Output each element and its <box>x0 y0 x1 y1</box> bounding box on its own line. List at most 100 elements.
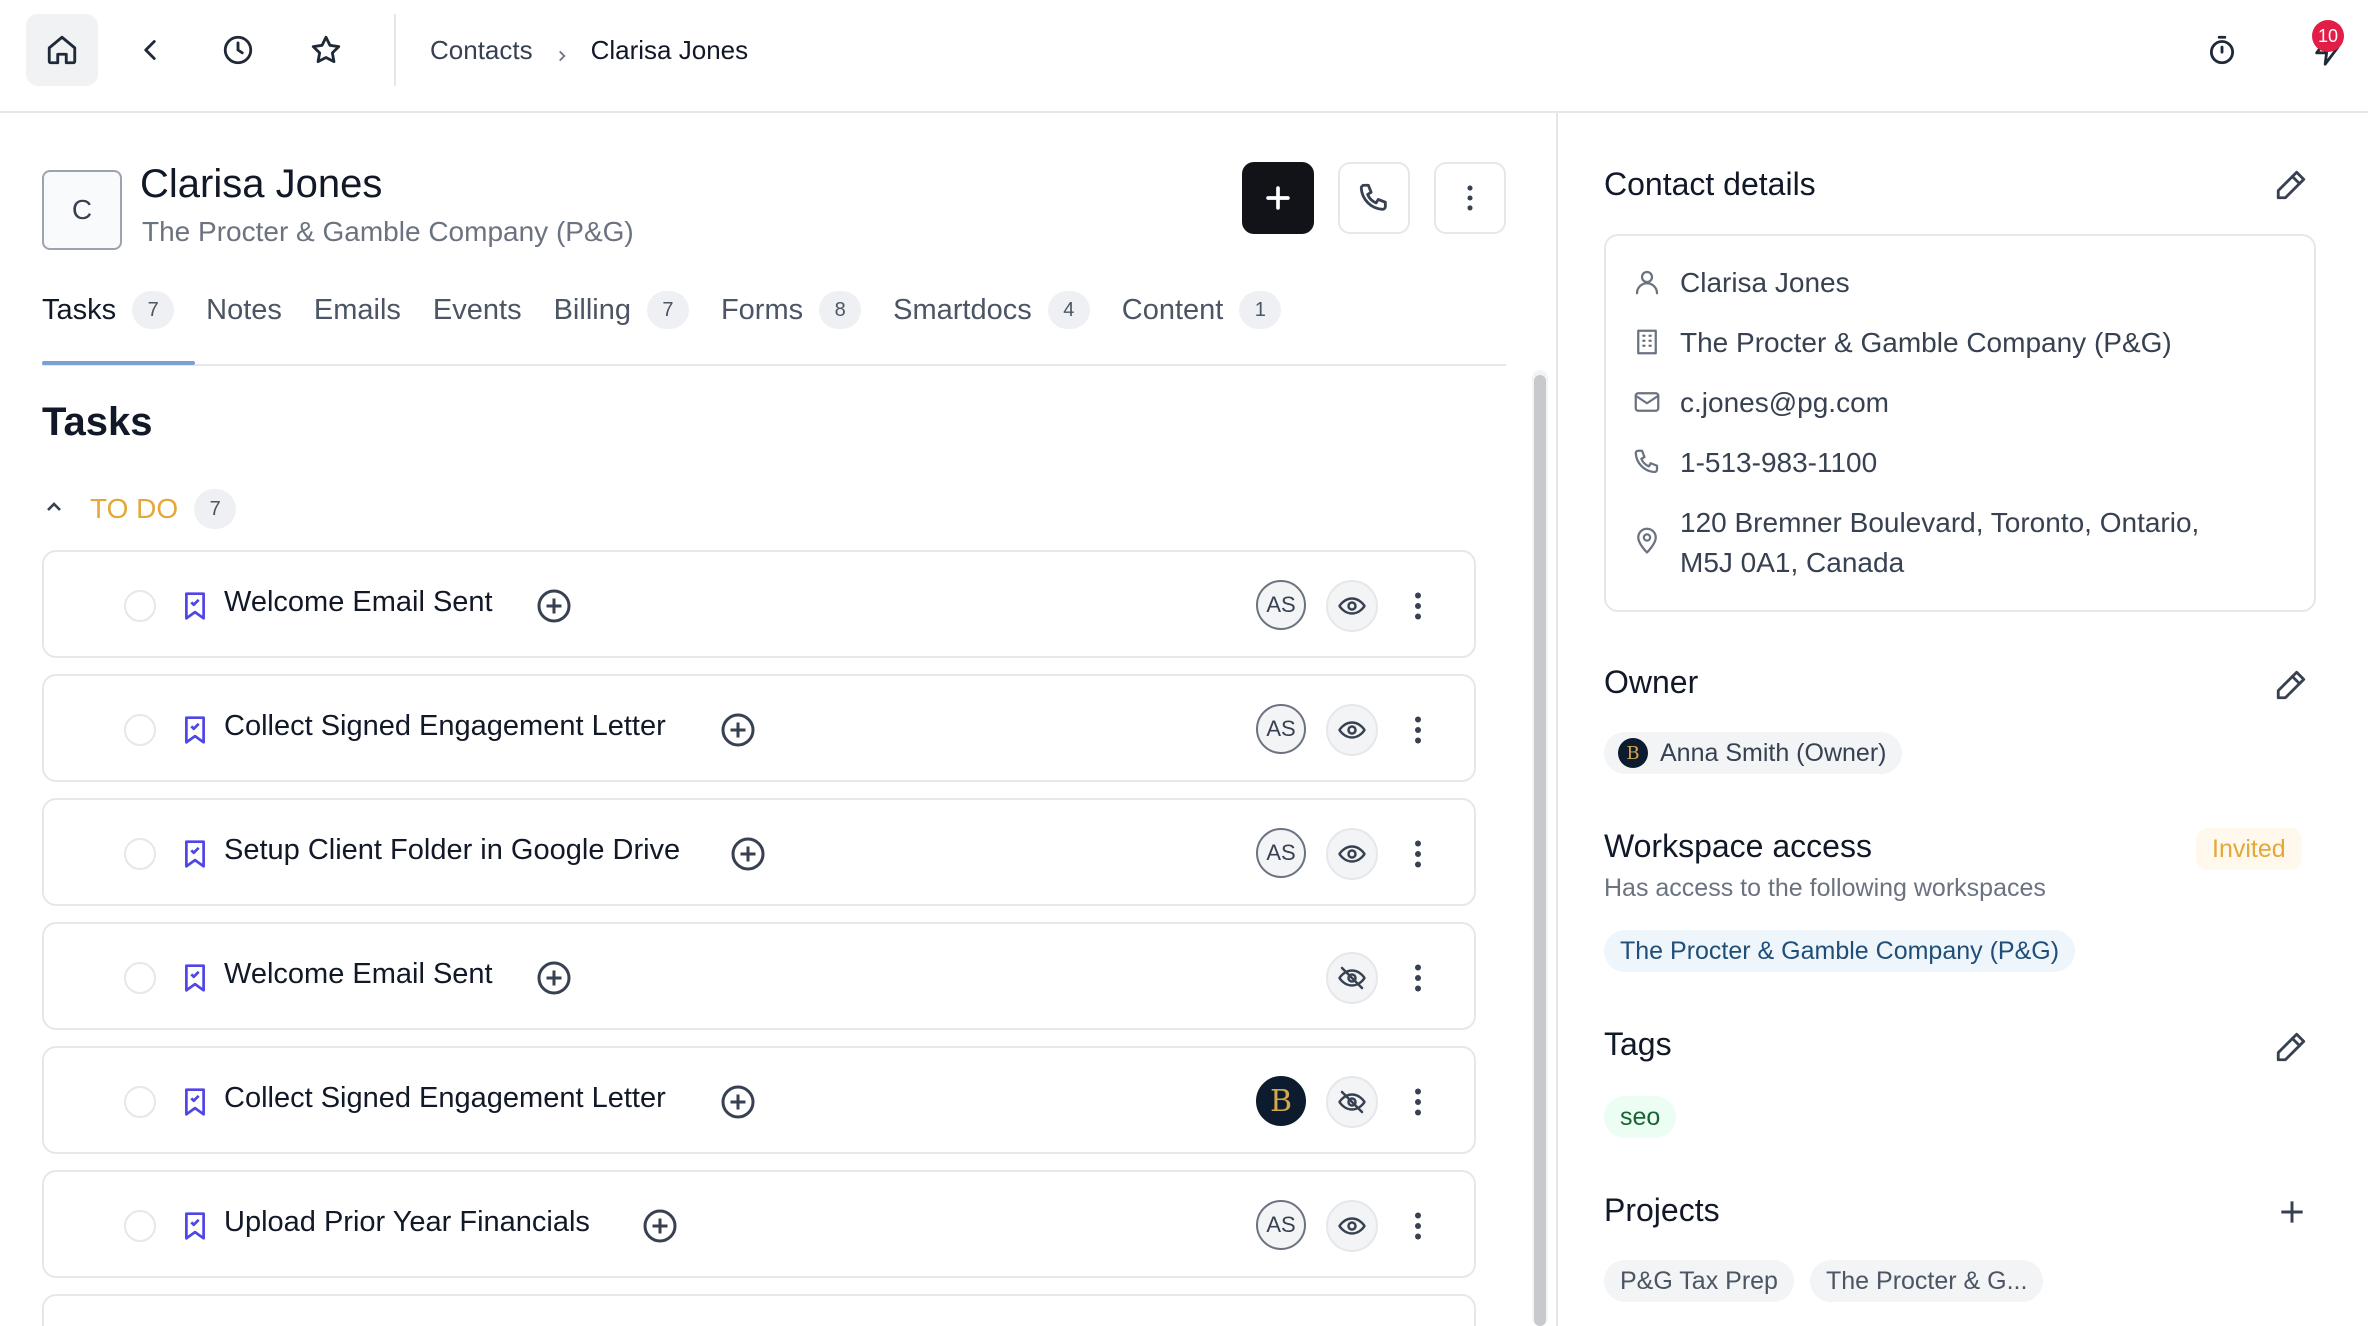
task-title[interactable]: Welcome Email Sent <box>224 586 493 619</box>
task-more-button[interactable] <box>1410 1084 1426 1120</box>
task-title[interactable]: Collect Signed Engagement Letter <box>224 1082 666 1115</box>
detail-name-text: Clarisa Jones <box>1680 267 1850 298</box>
task-row[interactable]: Welcome Email Sent <box>42 922 1476 1030</box>
plus-circle-icon <box>731 837 765 871</box>
chevron-right-icon <box>553 41 571 62</box>
add-subtask-button[interactable] <box>720 1084 756 1120</box>
eye-icon <box>1338 1217 1366 1235</box>
visibility-toggle[interactable] <box>1326 580 1378 632</box>
stopwatch-icon <box>2209 35 2235 65</box>
task-more-button[interactable] <box>1410 836 1426 872</box>
workspace-chip[interactable]: The Procter & Gamble Company (P&G) <box>1604 930 2076 972</box>
owner-name: Anna Smith (Owner) <box>1660 738 1887 767</box>
task-row[interactable]: Upload Prior Year Financials AS <box>42 1170 1476 1278</box>
tab-forms[interactable]: Forms 8 <box>720 280 862 340</box>
task-title[interactable]: Welcome Email Sent <box>224 958 493 991</box>
task-row[interactable]: Collect Signed Engagement Letter AS <box>42 674 1476 782</box>
detail-phone[interactable]: 1-513-983-1100 <box>1632 443 1877 483</box>
chevron-up-icon[interactable] <box>42 495 66 524</box>
task-title[interactable]: Collect Signed Engagement Letter <box>224 710 666 743</box>
visibility-toggle[interactable] <box>1326 1076 1378 1128</box>
task-checkbox[interactable] <box>124 838 156 870</box>
owner-title: Owner <box>1604 664 1699 700</box>
task-title[interactable]: Setup Client Folder in Google Drive <box>224 834 680 867</box>
project-chip[interactable]: The Procter & G... <box>1810 1260 2044 1302</box>
task-more-button[interactable] <box>1410 1208 1426 1244</box>
tab-billing[interactable]: Billing 7 <box>554 280 689 340</box>
assignee-avatar[interactable]: AS <box>1256 1200 1306 1250</box>
timer-button[interactable] <box>2186 14 2258 86</box>
detail-email[interactable]: c.jones@pg.com <box>1632 383 1889 423</box>
chevron-left-icon <box>144 40 156 60</box>
detail-phone-text[interactable]: 1-513-983-1100 <box>1680 443 1877 483</box>
tab-smartdocs[interactable]: Smartdocs 4 <box>893 280 1090 340</box>
task-row[interactable]: Setup Client Folder in Google Drive AS <box>42 798 1476 906</box>
tab-tasks[interactable]: Tasks 7 <box>42 280 175 340</box>
task-row[interactable]: Collect Signed Engagement Letter B <box>42 1046 1476 1154</box>
add-subtask-button[interactable] <box>536 960 572 996</box>
history-button[interactable] <box>202 14 274 86</box>
pencil-icon <box>2276 170 2306 200</box>
visibility-toggle[interactable] <box>1326 952 1378 1004</box>
tab-emails[interactable]: Emails <box>314 280 401 340</box>
task-more-button[interactable] <box>1410 960 1426 996</box>
task-row[interactable]: Welcome Email Sent AS <box>42 550 1476 658</box>
assignee-avatar[interactable]: AS <box>1256 828 1306 878</box>
tab-label: Events <box>432 293 522 326</box>
call-button[interactable] <box>1338 162 1410 234</box>
dots-vertical-icon <box>1415 1088 1421 1116</box>
tab-notes[interactable]: Notes <box>206 280 282 340</box>
task-more-button[interactable] <box>1410 712 1426 748</box>
visibility-toggle[interactable] <box>1326 828 1378 880</box>
eye-icon <box>1338 845 1366 863</box>
visibility-toggle[interactable] <box>1326 1200 1378 1252</box>
add-subtask-button[interactable] <box>720 712 756 748</box>
task-more-button[interactable] <box>1410 588 1426 624</box>
add-project-button[interactable] <box>2276 1196 2308 1228</box>
scrollbar-thumb[interactable] <box>1534 375 1546 1326</box>
edit-contact-details-button[interactable] <box>2274 168 2308 202</box>
breadcrumb-current: Clarisa Jones <box>590 34 749 65</box>
tab-label: Forms <box>720 293 804 326</box>
todo-group-header[interactable]: TO DO 7 <box>42 488 237 530</box>
add-subtask-button[interactable] <box>536 588 572 624</box>
bookmark-icon <box>180 1210 210 1242</box>
task-checkbox[interactable] <box>124 590 156 622</box>
edit-tags-button[interactable] <box>2274 1030 2308 1064</box>
tab-content[interactable]: Content 1 <box>1122 280 1282 340</box>
more-options-button[interactable] <box>1434 162 1506 234</box>
add-subtask-button[interactable] <box>730 836 766 872</box>
task-title[interactable]: Upload Prior Year Financials <box>224 1206 590 1239</box>
owner-chip[interactable]: B Anna Smith (Owner) <box>1604 732 1903 774</box>
visibility-toggle[interactable] <box>1326 704 1378 756</box>
assignee-logo-avatar[interactable]: B <box>1256 1076 1306 1126</box>
toolbar-divider <box>394 14 396 86</box>
tasks-section-title: Tasks <box>42 400 153 444</box>
favorite-button[interactable] <box>290 14 362 86</box>
tag-chip[interactable]: seo <box>1604 1096 1677 1138</box>
bookmark-icon <box>180 590 210 622</box>
task-checkbox[interactable] <box>124 714 156 746</box>
detail-email-text[interactable]: c.jones@pg.com <box>1680 383 1889 423</box>
assignee-avatar[interactable]: AS <box>1256 704 1306 754</box>
edit-owner-button[interactable] <box>2274 668 2308 702</box>
add-subtask-button[interactable] <box>642 1208 678 1244</box>
plus-circle-icon <box>643 1209 677 1243</box>
address-line-2: M5J 0A1, Canada <box>1680 547 1905 578</box>
home-button[interactable] <box>26 14 98 86</box>
task-row-partial[interactable] <box>42 1294 1476 1326</box>
add-button[interactable] <box>1242 162 1314 234</box>
task-checkbox[interactable] <box>124 1210 156 1242</box>
breadcrumb-contacts-link[interactable]: Contacts <box>430 35 533 66</box>
map-pin-icon <box>1637 527 1657 554</box>
task-checkbox[interactable] <box>124 1086 156 1118</box>
eye-off-icon <box>1338 966 1366 990</box>
owner-logo-avatar: B <box>1618 738 1648 768</box>
project-chip[interactable]: P&G Tax Prep <box>1604 1260 1794 1302</box>
back-button[interactable] <box>114 14 186 86</box>
tab-events[interactable]: Events <box>433 280 522 340</box>
assignee-avatar[interactable]: AS <box>1256 580 1306 630</box>
projects-title: Projects <box>1604 1192 1720 1228</box>
task-checkbox[interactable] <box>124 962 156 994</box>
active-tab-indicator <box>42 361 195 365</box>
